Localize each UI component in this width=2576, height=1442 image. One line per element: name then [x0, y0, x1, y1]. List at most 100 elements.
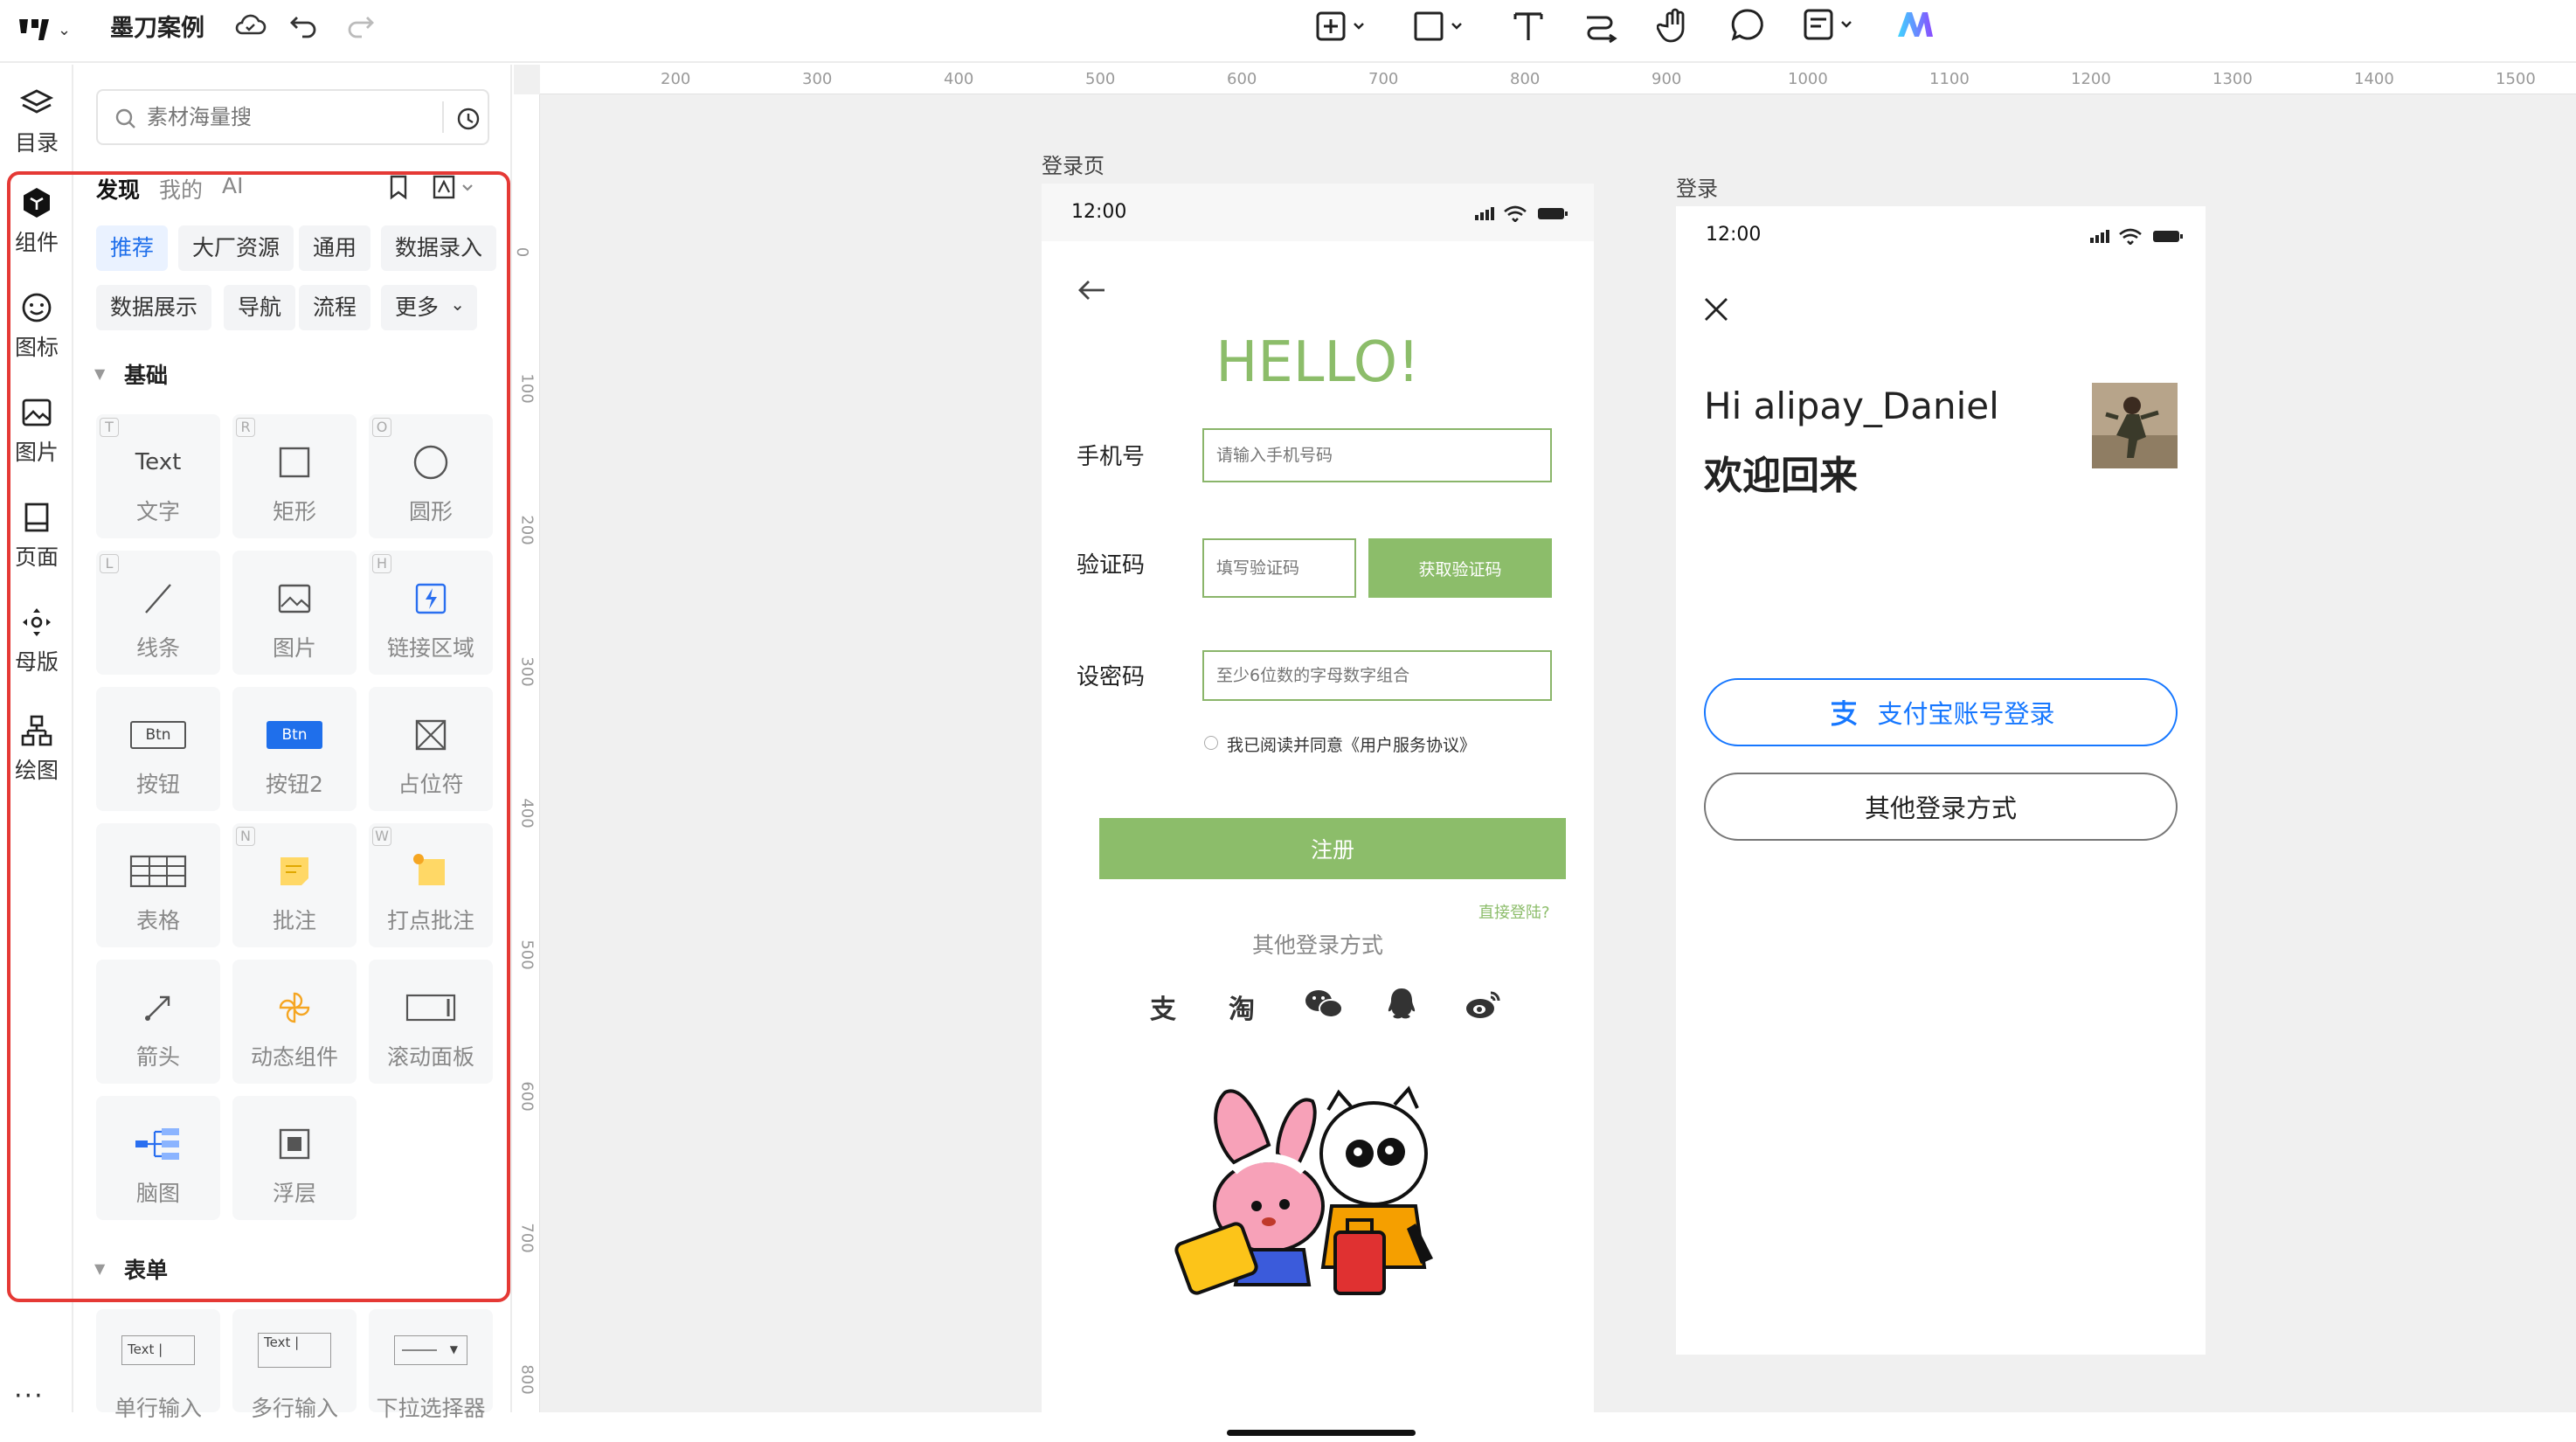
cloud-sync-icon[interactable] [232, 10, 267, 44]
ruler-tick: 1100 [1929, 70, 1970, 88]
rail-item-pages[interactable]: 页面 [0, 500, 73, 572]
component-button[interactable]: Btn 按钮 [96, 687, 220, 811]
tab-discover[interactable]: 发现 [96, 173, 140, 205]
direct-login-link[interactable]: 直接登陆? [1478, 900, 1550, 923]
insert-icon[interactable] [1314, 9, 1368, 47]
component-table[interactable]: 表格 [96, 823, 220, 947]
tab-ai[interactable]: AI [222, 173, 243, 198]
code-input[interactable] [1202, 538, 1356, 598]
agree-text[interactable]: 我已阅读并同意《用户服务协议》 [1227, 732, 1476, 756]
avatar[interactable] [2092, 383, 2178, 468]
chip-flow[interactable]: 流程 [299, 285, 371, 330]
rail-label: 目录 [14, 130, 59, 156]
component-annotation[interactable]: N 批注 [232, 823, 357, 947]
artboard-2-title[interactable]: 登录 [1676, 171, 1718, 202]
alipay-social-icon[interactable]: 支 [1150, 988, 1176, 1026]
component-link-area[interactable]: H 链接区域 [369, 551, 493, 675]
component-label: 矩形 [272, 499, 316, 524]
history-icon[interactable] [454, 105, 482, 133]
library-select-icon[interactable] [432, 173, 477, 201]
component-overlay[interactable]: 浮层 [232, 1096, 357, 1220]
component-circle[interactable]: O 圆形 [369, 414, 493, 538]
chip-navigation[interactable]: 导航 [224, 285, 296, 330]
qq-social-icon[interactable] [1386, 986, 1417, 1021]
ai-icon[interactable] [1894, 7, 1936, 45]
undo-icon[interactable] [288, 10, 320, 44]
component-arrow[interactable]: 箭头 [96, 960, 220, 1084]
component-placeholder[interactable]: 占位符 [369, 687, 493, 811]
component-label: 链接区域 [386, 635, 474, 661]
chip-general[interactable]: 通用 [299, 225, 371, 271]
rectangle-icon[interactable] [1412, 9, 1466, 47]
bookmark-icon[interactable] [386, 173, 411, 201]
component-scroll-panel[interactable]: 滚动面板 [369, 960, 493, 1084]
rail-item-images[interactable]: 图片 [0, 395, 73, 467]
logo-menu-chevron-icon[interactable]: ⌄ [58, 21, 71, 39]
component-label: 打点批注 [386, 908, 474, 933]
artboard-1-title[interactable]: 登录页 [1042, 149, 1104, 179]
search-box[interactable] [96, 89, 489, 145]
redo-icon[interactable] [344, 10, 376, 44]
agree-checkbox[interactable] [1204, 736, 1218, 750]
artboard-login[interactable]: 12:00 Hi alipay_Daniel 欢迎回来 支付宝账号登录 其他登录… [1676, 206, 2206, 1355]
alipay-login-button[interactable]: 支付宝账号登录 [1704, 678, 2178, 746]
register-button[interactable]: 注册 [1099, 818, 1566, 879]
chip-data-display[interactable]: 数据展示 [96, 285, 212, 330]
component-dot-annotation[interactable]: W 打点批注 [369, 823, 493, 947]
ruler-tick: 500 [517, 939, 537, 970]
get-code-button[interactable]: 获取验证码 [1368, 538, 1552, 598]
component-single-input[interactable]: Text | 单行输入 [96, 1309, 220, 1421]
component-label: 文字 [135, 499, 180, 524]
horizontal-ruler: 200 300 400 500 600 700 800 900 1000 110… [540, 65, 2576, 94]
close-icon[interactable] [1702, 295, 1730, 323]
rail-item-masters[interactable]: 母版 [0, 605, 73, 676]
chip-more[interactable]: 更多 ⌄ [381, 285, 478, 330]
hand-icon[interactable] [1656, 7, 1692, 47]
chip-data-entry[interactable]: 数据录入 [381, 225, 497, 271]
other-login-button[interactable]: 其他登录方式 [1704, 773, 2178, 841]
ruler-tick: 300 [802, 70, 833, 88]
chip-big-company[interactable]: 大厂资源 [178, 225, 294, 271]
component-dynamic[interactable]: 动态组件 [232, 960, 357, 1084]
text-icon[interactable] [1512, 9, 1545, 47]
component-image[interactable]: 图片 [232, 551, 357, 675]
component-multi-input[interactable]: Text | 多行输入 [232, 1309, 357, 1421]
sticky-note-icon [280, 857, 308, 885]
component-dropdown[interactable]: ▼ 下拉选择器 [369, 1309, 493, 1421]
collapse-form-icon[interactable]: ▼ [94, 1260, 105, 1277]
search-input[interactable] [147, 101, 409, 133]
wechat-social-icon[interactable] [1304, 988, 1344, 1021]
chip-recommended[interactable]: 推荐 [96, 225, 169, 271]
circle-icon [413, 445, 448, 480]
status-icons [2090, 228, 2183, 245]
ruler-tick: 400 [944, 70, 974, 88]
component-label: 单行输入 [114, 1396, 202, 1421]
more-icon[interactable]: ··· [14, 1381, 45, 1411]
comment-icon[interactable] [1730, 7, 1765, 45]
component-label: 箭头 [135, 1044, 180, 1070]
design-canvas[interactable]: 200 300 400 500 600 700 800 900 1000 110… [513, 65, 2576, 1442]
password-input[interactable] [1202, 650, 1552, 701]
component-button2[interactable]: Btn 按钮2 [232, 687, 357, 811]
password-label: 设密码 [1077, 664, 1146, 690]
phone-input[interactable] [1202, 428, 1552, 482]
component-line[interactable]: L 线条 [96, 551, 220, 675]
component-mindmap[interactable]: 脑图 [96, 1096, 220, 1220]
rail-item-icons[interactable]: 图标 [0, 290, 73, 362]
collapse-basic-icon[interactable]: ▼ [94, 365, 105, 382]
tab-mine[interactable]: 我的 [159, 173, 203, 205]
connector-icon[interactable] [1583, 9, 1618, 47]
document-title[interactable]: 墨刀案例 [110, 9, 204, 43]
component-rectangle[interactable]: R 矩形 [232, 414, 357, 538]
rail-item-components[interactable]: 组件 [0, 185, 73, 257]
rail-item-diagram[interactable]: 绘图 [0, 713, 73, 785]
weibo-social-icon[interactable] [1465, 988, 1503, 1021]
rail-item-outline[interactable]: 目录 [0, 86, 73, 157]
component-text[interactable]: T Text 文字 [96, 414, 220, 538]
taobao-social-icon[interactable]: 淘 [1229, 988, 1255, 1026]
back-arrow-icon[interactable] [1077, 276, 1108, 304]
artboard-login-page[interactable]: 12:00 HELLO! 手机号 验证码 获取验证码 设密码 我已阅读并同意《用… [1042, 184, 1594, 1442]
app-logo-icon[interactable] [16, 12, 54, 47]
single-input-preview: Text | [121, 1335, 195, 1365]
note-icon[interactable] [1802, 7, 1858, 45]
